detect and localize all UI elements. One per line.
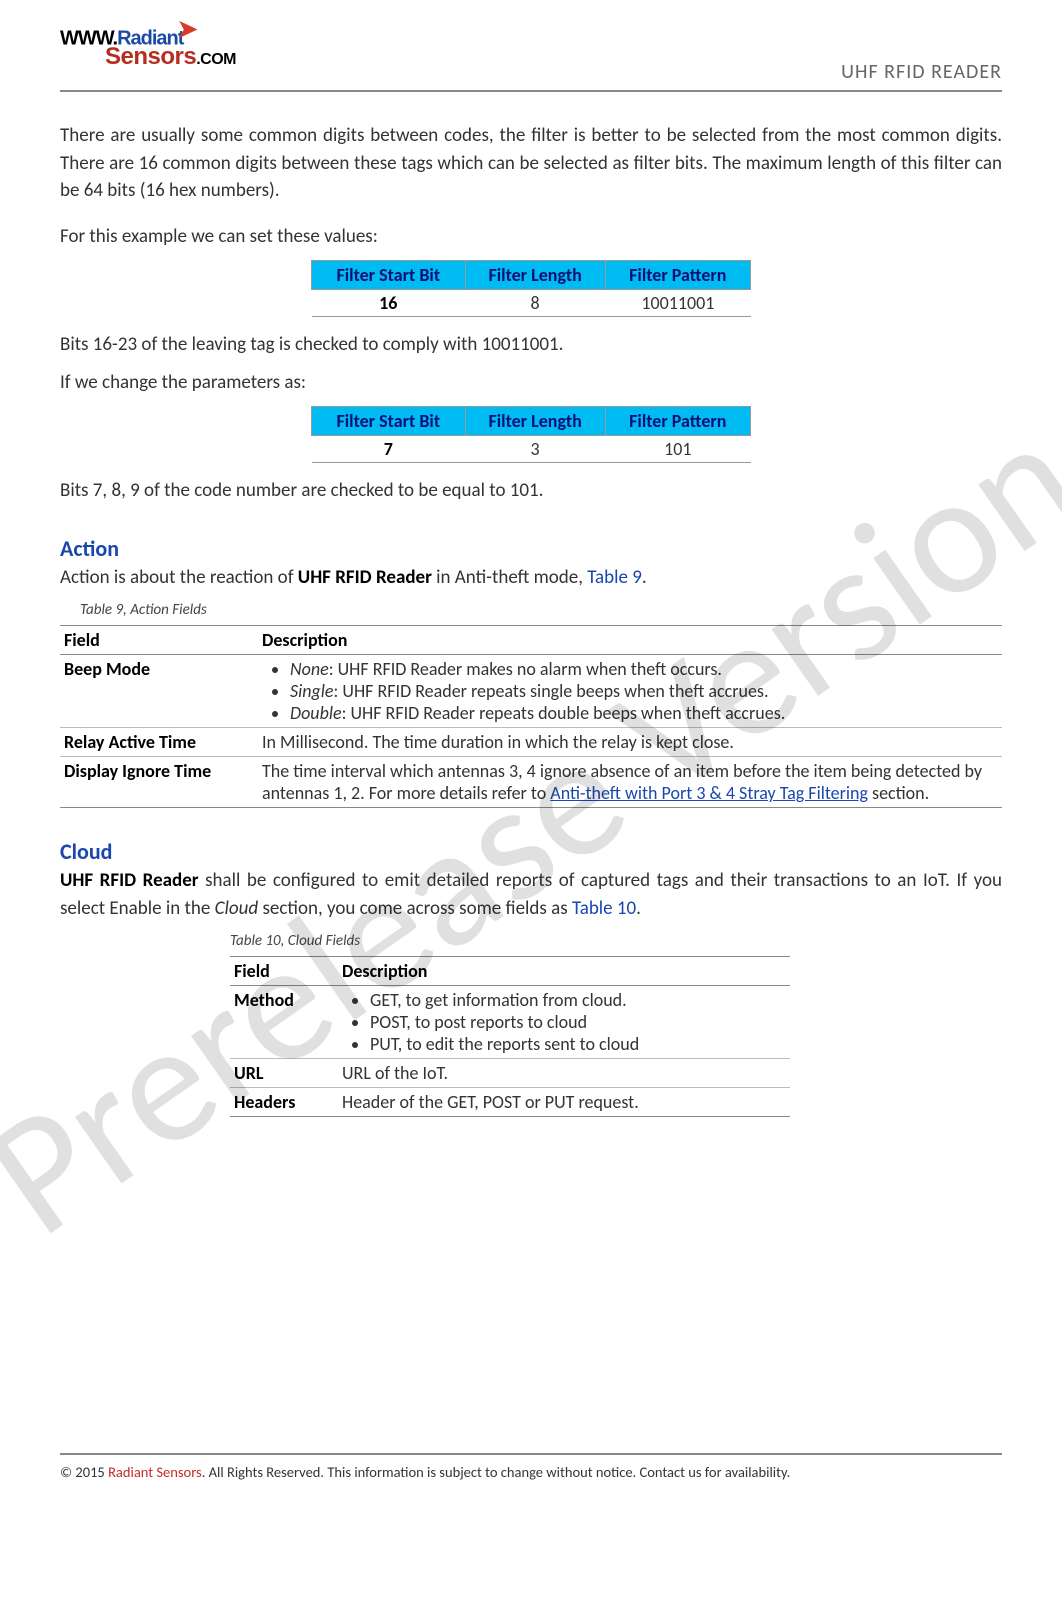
t10-url-field: URL — [230, 1059, 338, 1088]
filter-header-pattern: Filter Pattern — [605, 261, 750, 290]
table-9-wrap: Table 9, Action Fields Field Description… — [60, 601, 1002, 808]
list-item: GET, to get information from cloud. — [370, 989, 786, 1011]
table-10-caption: Table 10, Cloud Fields — [230, 932, 1002, 950]
filter-header-pattern: Filter Pattern — [605, 407, 750, 436]
t9-beep-field: Beep Mode — [60, 655, 258, 728]
filter-header-length: Filter Length — [465, 261, 605, 290]
action-intro-bold: UHF RFID Reader — [298, 566, 432, 589]
logo-com: .COM — [196, 51, 236, 68]
table-row: Headers Header of the GET, POST or PUT r… — [230, 1088, 790, 1117]
t10-headers-field: Headers — [230, 1088, 338, 1117]
cloud-intro-italic: Cloud — [215, 897, 259, 920]
beep-none-text: : UHF RFID Reader makes no alarm when th… — [329, 658, 722, 680]
beep-single-text: : UHF RFID Reader repeats single beeps w… — [334, 680, 769, 702]
filter1-start: 16 — [312, 290, 466, 317]
filter-header-start: Filter Start Bit — [312, 407, 466, 436]
filter2-pattern: 101 — [605, 436, 750, 463]
table-9-caption: Table 9, Action Fields — [80, 601, 1002, 619]
action-intro-a: Action is about the reaction of — [60, 566, 298, 589]
filter2-start: 7 — [312, 436, 466, 463]
t10-method-field: Method — [230, 986, 338, 1059]
beep-double-text: : UHF RFID Reader repeats double beeps w… — [342, 702, 786, 724]
filter1-pattern: 10011001 — [605, 290, 750, 317]
action-intro-b: in Anti-theft mode, — [432, 566, 587, 589]
footer-copy-a: © 2015 — [60, 1463, 108, 1481]
beep-single-label: Single — [290, 680, 334, 702]
list-item: None: UHF RFID Reader makes no alarm whe… — [290, 658, 998, 680]
footer-copy-b: . All Rights Reserved. This information … — [202, 1463, 791, 1481]
t9-relay-field: Relay Active Time — [60, 728, 258, 757]
t9-display-field: Display Ignore Time — [60, 757, 258, 808]
beep-double-label: Double — [290, 702, 342, 724]
t9-col-field: Field — [60, 626, 258, 655]
filter-header-length: Filter Length — [465, 407, 605, 436]
action-intro: Action is about the reaction of UHF RFID… — [60, 564, 1002, 592]
after-filter1-text: Bits 16-23 of the leaving tag is checked… — [60, 331, 1002, 359]
list-item: POST, to post reports to cloud — [370, 1011, 786, 1033]
beep-none-label: None — [290, 658, 329, 680]
table-10-wrap: Table 10, Cloud Fields Field Description… — [230, 932, 1002, 1117]
document-title: UHF RFID READER — [841, 60, 1002, 84]
cloud-intro-b: section, you come across some fields as — [258, 897, 572, 920]
action-table-ref[interactable]: Table 9 — [587, 566, 642, 589]
table-row: Relay Active Time In Millisecond. The ti… — [60, 728, 1002, 757]
table-9: Field Description Beep Mode None: UHF RF… — [60, 625, 1002, 808]
list-item: Double: UHF RFID Reader repeats double b… — [290, 702, 998, 724]
table-row: URL URL of the IoT. — [230, 1059, 790, 1088]
display-ignore-b: section. — [868, 782, 929, 804]
table-row: Display Ignore Time The time interval wh… — [60, 757, 1002, 808]
t10-headers-text: Header of the GET, POST or PUT request. — [338, 1088, 790, 1117]
cloud-intro-end: . — [636, 897, 641, 920]
section-action-heading: Action — [60, 535, 1002, 562]
list-item: Single: UHF RFID Reader repeats single b… — [290, 680, 998, 702]
t10-col-desc: Description — [338, 957, 790, 986]
table-row: Method GET, to get information from clou… — [230, 986, 790, 1059]
logo-swoosh-icon: ➤ — [177, 16, 196, 43]
t9-col-desc: Description — [258, 626, 1002, 655]
filter1-length: 8 — [465, 290, 605, 317]
t10-col-field: Field — [230, 957, 338, 986]
page-header: WWW.Radiant➤ Sensors.COM UHF RFID READER — [60, 20, 1002, 92]
anti-theft-link[interactable]: Anti-theft with Port 3 & 4 Stray Tag Fil… — [550, 782, 868, 804]
cloud-intro-bold: UHF RFID Reader — [60, 869, 199, 892]
t9-display-text: The time interval which antennas 3, 4 ig… — [258, 757, 1002, 808]
intro-paragraph-1: There are usually some common digits bet… — [60, 122, 1002, 205]
table-10: Field Description Method GET, to get inf… — [230, 956, 790, 1117]
t9-relay-text: In Millisecond. The time duration in whi… — [258, 728, 1002, 757]
action-intro-end: . — [642, 566, 647, 589]
logo-sensors: Sensors — [105, 43, 196, 70]
t10-url-text: URL of the IoT. — [338, 1059, 790, 1088]
filter-table-1: Filter Start Bit Filter Length Filter Pa… — [60, 260, 1002, 317]
section-cloud-heading: Cloud — [60, 838, 1002, 865]
table-row: Beep Mode None: UHF RFID Reader makes no… — [60, 655, 1002, 728]
footer-brand: Radiant Sensors — [108, 1463, 202, 1481]
page-footer: © 2015 Radiant Sensors. All Rights Reser… — [60, 1453, 1002, 1481]
list-item: PUT, to edit the reports sent to cloud — [370, 1033, 786, 1055]
filter-header-start: Filter Start Bit — [312, 261, 466, 290]
before-filter2-text: If we change the parameters as: — [60, 369, 1002, 397]
cloud-table-ref[interactable]: Table 10 — [572, 897, 636, 920]
intro-paragraph-2: For this example we can set these values… — [60, 223, 1002, 251]
cloud-intro: UHF RFID Reader shall be configured to e… — [60, 867, 1002, 922]
after-filter2-text: Bits 7, 8, 9 of the code number are chec… — [60, 477, 1002, 505]
filter-table-2: Filter Start Bit Filter Length Filter Pa… — [60, 406, 1002, 463]
brand-logo: WWW.Radiant➤ Sensors.COM — [60, 15, 290, 70]
filter2-length: 3 — [465, 436, 605, 463]
